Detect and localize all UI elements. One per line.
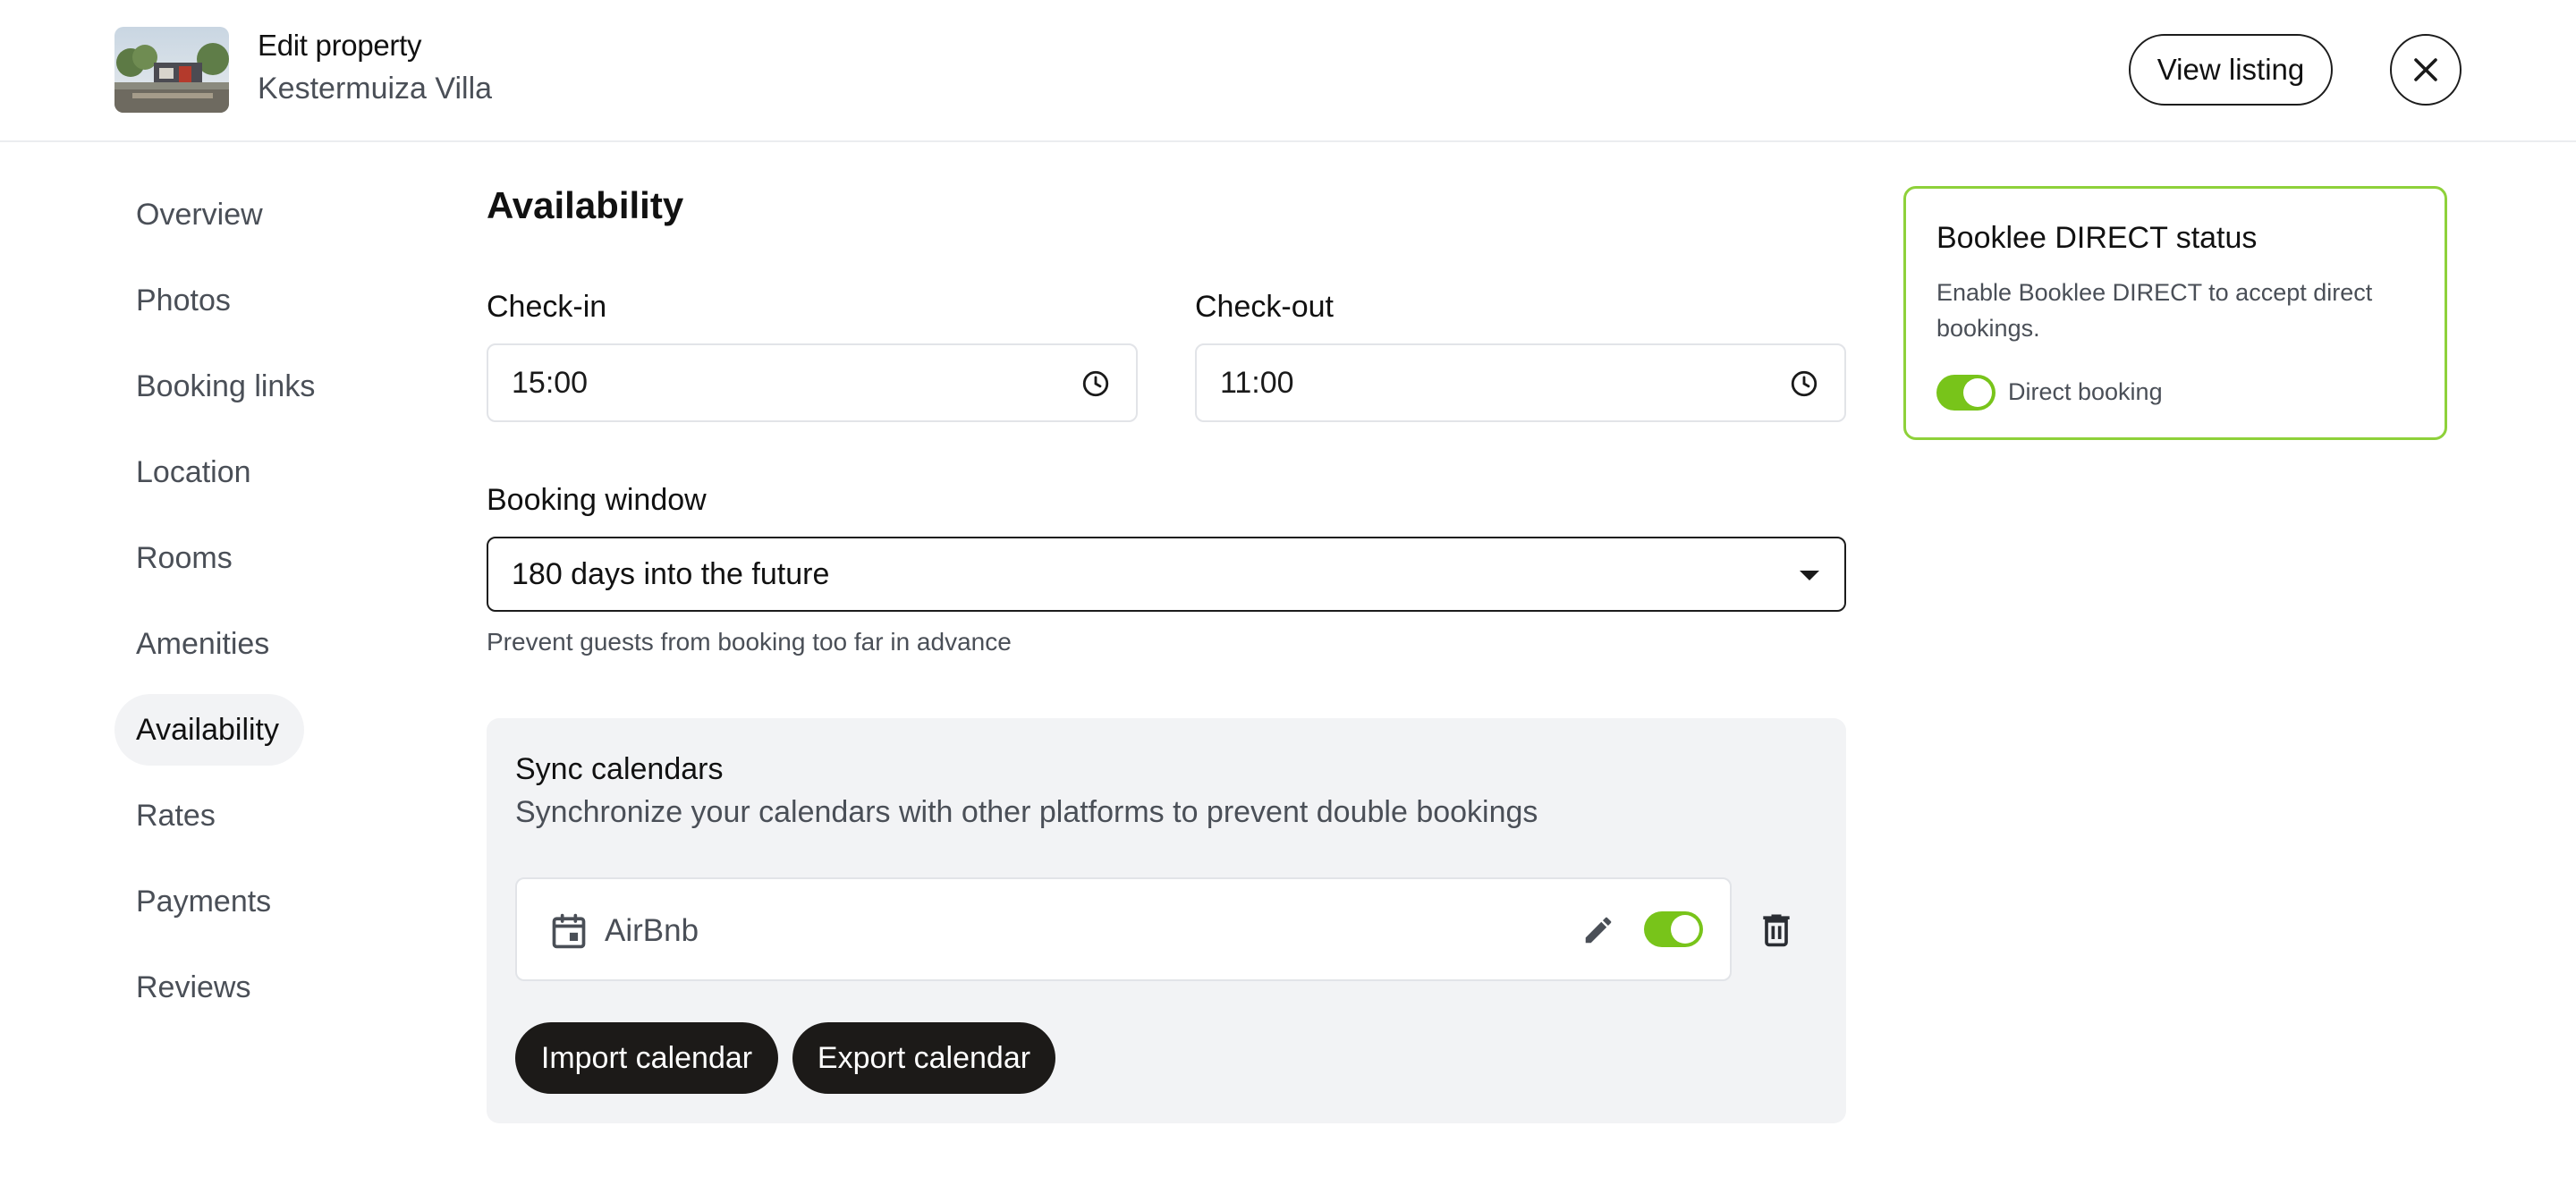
sidebar-item-booking-links[interactable]: Booking links <box>114 351 347 422</box>
clock-icon <box>1082 370 1109 397</box>
sidebar-item-rooms[interactable]: Rooms <box>114 522 347 594</box>
checkin-time-input[interactable]: 15:00 <box>487 343 1138 422</box>
sync-calendars-panel: Sync calendars Synchronize your calendar… <box>487 718 1846 1123</box>
chevron-down-icon <box>1800 571 1819 580</box>
import-calendar-button[interactable]: Import calendar <box>515 1022 778 1094</box>
clock-icon <box>1791 370 1818 397</box>
booklee-direct-status-card: Booklee DIRECT status Enable Booklee DIR… <box>1903 186 2447 440</box>
sidebar-nav: Overview Photos Booking links Location R… <box>114 179 347 1037</box>
pencil-icon[interactable] <box>1581 913 1615 947</box>
close-icon <box>2414 58 2437 81</box>
booking-window-label: Booking window <box>487 483 707 517</box>
sidebar-item-rates[interactable]: Rates <box>114 780 347 851</box>
checkin-label: Check-in <box>487 290 607 324</box>
sidebar-item-amenities[interactable]: Amenities <box>114 608 347 680</box>
sidebar-item-photos[interactable]: Photos <box>114 265 347 336</box>
direct-booking-label: Direct booking <box>2008 378 2163 405</box>
calendar-sync-toggle[interactable] <box>1644 911 1703 947</box>
checkin-time-value: 15:00 <box>512 365 589 400</box>
sidebar-item-availability[interactable]: Availability <box>114 694 304 766</box>
checkout-time-input[interactable]: 11:00 <box>1195 343 1846 422</box>
trash-icon[interactable] <box>1757 910 1796 949</box>
direct-booking-toggle[interactable] <box>1936 375 1996 411</box>
sync-calendars-description: Synchronize your calendars with other pl… <box>515 795 1538 829</box>
calendar-name: AirBnb <box>605 913 699 948</box>
sidebar-item-overview[interactable]: Overview <box>114 179 347 250</box>
booking-window-help: Prevent guests from booking too far in a… <box>487 628 1012 656</box>
calendar-row: AirBnb <box>515 877 1732 981</box>
status-card-title: Booklee DIRECT status <box>1936 221 2258 255</box>
sidebar-item-location[interactable]: Location <box>114 436 347 508</box>
section-title: Availability <box>487 184 684 226</box>
close-button[interactable] <box>2390 34 2462 106</box>
booking-window-value: 180 days into the future <box>512 556 830 591</box>
checkout-label: Check-out <box>1195 290 1334 324</box>
sidebar-item-payments[interactable]: Payments <box>114 866 347 937</box>
page-title: Edit property <box>258 29 422 62</box>
checkout-time-value: 11:00 <box>1220 365 1294 400</box>
calendar-icon <box>552 913 586 949</box>
export-calendar-button[interactable]: Export calendar <box>792 1022 1055 1094</box>
toggle-knob <box>1671 915 1699 944</box>
toggle-knob <box>1963 378 1992 407</box>
page-header: Edit property Kestermuiza Villa View lis… <box>0 0 2576 142</box>
status-card-description: Enable Booklee DIRECT to accept direct b… <box>1936 279 2373 342</box>
sidebar-item-reviews[interactable]: Reviews <box>114 952 347 1023</box>
property-name: Kestermuiza Villa <box>258 72 493 106</box>
view-listing-button[interactable]: View listing <box>2129 34 2333 106</box>
booking-window-select[interactable]: 180 days into the future <box>487 537 1846 612</box>
property-thumbnail <box>114 27 229 113</box>
sync-calendars-title: Sync calendars <box>515 752 724 786</box>
